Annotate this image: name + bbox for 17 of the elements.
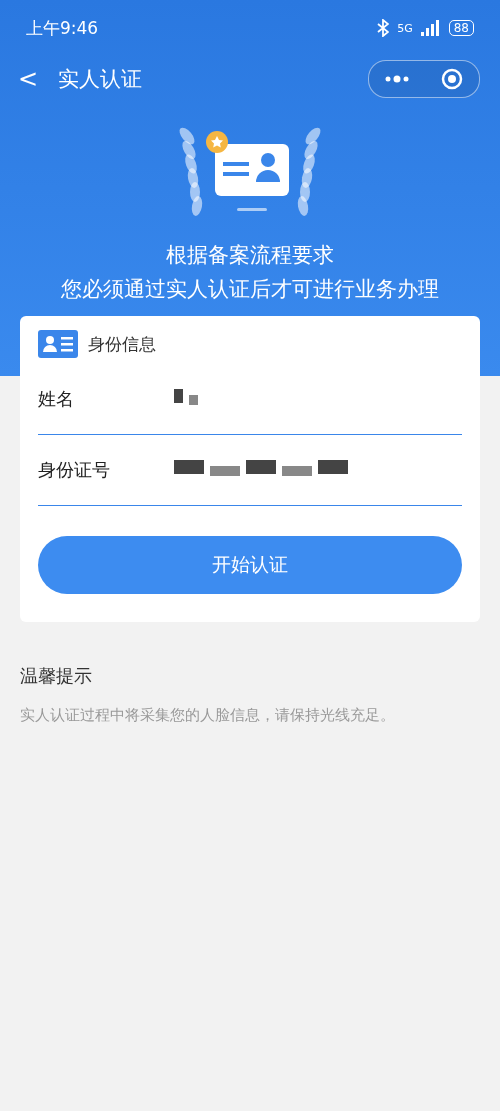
requirement-text: 根据备案流程要求 您必须通过实人认证后才可进行业务办理 (61, 242, 439, 303)
card-title: 身份信息 (88, 332, 156, 356)
network-label: 5G (397, 21, 413, 35)
tips-title: 温馨提示 (20, 664, 93, 688)
back-button[interactable]: < (18, 65, 39, 93)
close-icon[interactable] (441, 68, 463, 90)
tips-text: 实人认证过程中将采集您的人脸信息，请保持光线充足。 (20, 706, 396, 725)
field-label: 姓名 (38, 387, 75, 411)
signal-icon (420, 20, 441, 36)
id-card-icon (38, 330, 78, 358)
battery-level: 88 (448, 20, 474, 36)
start-verification-button[interactable]: 开始认证 (38, 536, 462, 594)
status-time: 上午9:46 (26, 16, 99, 40)
field-label: 身份证号 (38, 458, 111, 482)
page-title: 实人认证 (58, 66, 144, 93)
more-icon[interactable] (385, 75, 409, 83)
bluetooth-icon (377, 19, 390, 37)
